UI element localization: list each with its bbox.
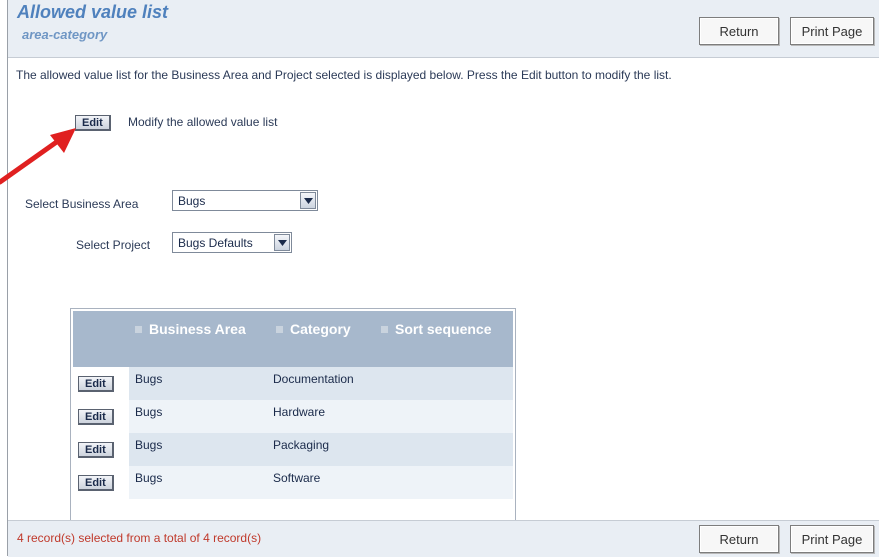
square-bullet-icon <box>276 325 283 333</box>
column-header-category[interactable]: Category <box>276 321 351 337</box>
cell-business-area: Bugs <box>135 405 163 419</box>
table-row: Edit Bugs Hardware <box>73 400 513 433</box>
cell-category: Hardware <box>273 405 326 419</box>
cell-business-area: Bugs <box>135 438 163 452</box>
table-row: Edit Bugs Software <box>73 466 513 499</box>
column-header-label: Category <box>290 321 351 337</box>
column-header-label: Sort sequence <box>395 321 492 337</box>
business-area-label: Select Business Area <box>25 197 139 211</box>
edit-row-button[interactable]: Edit <box>78 376 114 392</box>
cell-business-area: Bugs <box>135 471 163 485</box>
edit-row-button[interactable]: Edit <box>78 475 114 491</box>
project-value: Bugs Defaults <box>178 235 253 250</box>
window-left-border <box>7 0 8 556</box>
edit-row-button[interactable]: Edit <box>78 442 114 458</box>
business-area-select[interactable]: Bugs <box>172 190 318 211</box>
cell-category: Software <box>273 471 321 485</box>
project-label: Select Project <box>76 238 151 252</box>
square-bullet-icon <box>381 325 388 333</box>
column-header-sort-sequence[interactable]: Sort sequence <box>381 321 491 337</box>
red-arrow-icon <box>0 128 76 185</box>
footer-print-page-button[interactable]: Print Page <box>790 525 874 553</box>
return-button[interactable]: Return <box>699 17 779 45</box>
cell-category: Packaging <box>273 438 330 452</box>
page-footer: 4 record(s) selected from a total of 4 r… <box>8 520 879 557</box>
table-header: Business Area Category Sort sequence <box>73 311 513 367</box>
footer-return-button[interactable]: Return <box>699 525 779 553</box>
chevron-down-icon[interactable] <box>274 234 290 251</box>
table-row: Edit Bugs Documentation <box>73 367 513 400</box>
print-page-button[interactable]: Print Page <box>790 17 874 45</box>
page-title: Allowed value list <box>17 2 169 22</box>
cell-category: Documentation <box>273 372 354 386</box>
record-count-status: 4 record(s) selected from a total of 4 r… <box>17 531 262 545</box>
intro-text: The allowed value list for the Business … <box>16 68 672 82</box>
row-background <box>129 466 513 499</box>
edit-row-button[interactable]: Edit <box>78 409 114 425</box>
page-subtitle: area-category <box>22 27 108 42</box>
column-header-business-area[interactable]: Business Area <box>135 321 246 337</box>
project-select[interactable]: Bugs Defaults <box>172 232 292 253</box>
page-header: Allowed value list area-category Return … <box>8 0 879 58</box>
square-bullet-icon <box>135 325 142 333</box>
edit-description: Modify the allowed value list <box>128 115 278 129</box>
allowed-values-table: Business Area Category Sort sequence Edi… <box>70 308 516 524</box>
chevron-down-icon[interactable] <box>300 192 316 209</box>
business-area-value: Bugs <box>178 193 206 208</box>
cell-business-area: Bugs <box>135 372 163 386</box>
table-row: Edit Bugs Packaging <box>73 433 513 466</box>
column-header-label: Business Area <box>149 321 246 337</box>
